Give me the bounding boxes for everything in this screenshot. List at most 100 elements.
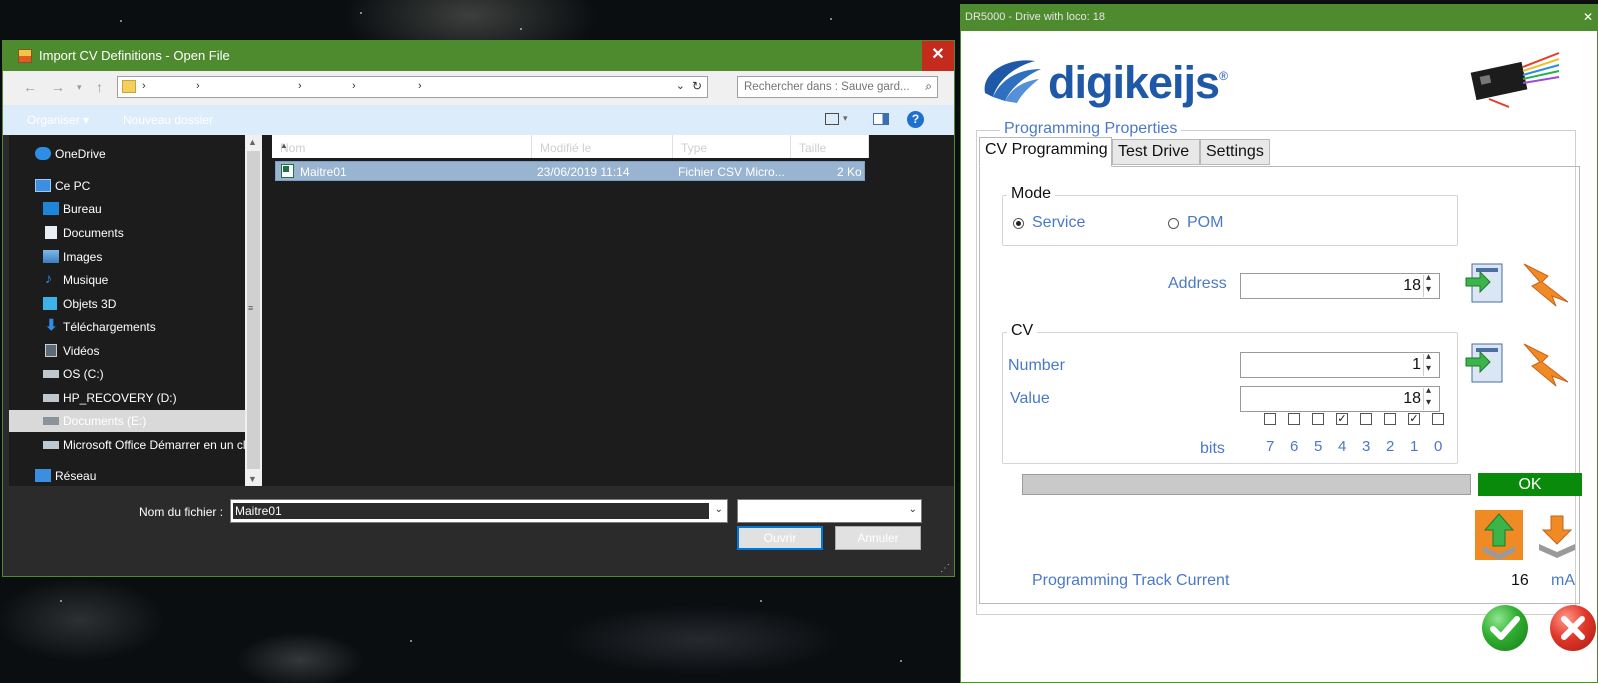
upload-button[interactable]: [1475, 510, 1523, 560]
brand-logo: digikeijs®: [1048, 57, 1228, 109]
download-icon: ⬇: [45, 317, 58, 334]
service-label[interactable]: Service: [1032, 214, 1085, 232]
filename-input[interactable]: [233, 503, 709, 519]
recent-chevron-icon[interactable]: ▾: [77, 82, 82, 93]
nav-item-hp-recovery[interactable]: HP_RECOVERY (D:): [9, 387, 245, 409]
chevron-down-icon[interactable]: ⌄: [909, 504, 917, 515]
dr5000-title-bar[interactable]: DR5000 - Drive with loco: 18 ✕: [961, 5, 1597, 31]
cancel-x-icon[interactable]: [1550, 605, 1596, 651]
read-cv-icon[interactable]: [1464, 342, 1504, 384]
bit-checkbox-7[interactable]: [1264, 413, 1276, 425]
cancel-button[interactable]: Annuler: [835, 526, 921, 550]
breadcrumb-separator-icon[interactable]: ›: [142, 80, 146, 92]
nav-item-office[interactable]: Microsoft Office Démarrer en un cl: [9, 434, 245, 456]
pom-label[interactable]: POM: [1187, 214, 1223, 232]
download-button[interactable]: [1535, 512, 1579, 558]
breadcrumb-separator-icon[interactable]: ›: [418, 80, 422, 92]
new-folder-button[interactable]: Nouveau dossier: [123, 113, 213, 127]
address-spinner[interactable]: 18: [1240, 272, 1440, 299]
dialog-title: Import CV Definitions - Open File: [39, 48, 230, 63]
drive-icon: [43, 417, 59, 425]
view-options-icon[interactable]: [825, 113, 839, 125]
nav-item-documents[interactable]: Documents: [9, 222, 245, 244]
nav-scrollbar[interactable]: ▲ ≡ ▼: [245, 135, 262, 486]
nav-item-images[interactable]: Images: [9, 246, 245, 268]
drive-icon: [43, 394, 59, 402]
back-icon[interactable]: ←: [23, 79, 37, 95]
nav-item-label: Ce PC: [55, 179, 91, 193]
cloud-icon: [35, 147, 51, 160]
refresh-icon[interactable]: ↻: [692, 79, 702, 93]
read-address-icon[interactable]: [1464, 262, 1504, 304]
scroll-up-icon[interactable]: ▲: [248, 137, 257, 147]
close-icon[interactable]: ✕: [1583, 10, 1593, 24]
bit-checkbox-4[interactable]: ✓: [1336, 413, 1348, 425]
forward-icon[interactable]: →: [51, 79, 65, 95]
tab-test-drive[interactable]: Test Drive: [1112, 139, 1200, 165]
nav-item-os-c[interactable]: OS (C:): [9, 363, 245, 385]
scroll-down-icon[interactable]: ▼: [248, 474, 257, 484]
open-button[interactable]: Ouvrir: [737, 526, 823, 550]
close-button[interactable]: ✕: [922, 41, 954, 71]
nav-item-objets-3d[interactable]: Objets 3D: [9, 293, 245, 315]
cv-number-spinner[interactable]: 1: [1240, 351, 1440, 378]
nav-item-videos[interactable]: Vidéos: [9, 340, 245, 362]
tab-cv-programming[interactable]: CV Programming: [979, 137, 1112, 167]
write-cv-icon[interactable]: [1522, 342, 1572, 388]
resize-grip-icon[interactable]: ⋰: [940, 563, 950, 574]
excel-file-icon: [281, 164, 294, 178]
breadcrumb-separator-icon[interactable]: ›: [196, 80, 200, 92]
nav-item-label: Documents (E:): [63, 414, 147, 428]
search-box[interactable]: ⌕: [737, 76, 938, 98]
spinner-arrows-icon[interactable]: [1423, 351, 1438, 376]
drive-icon: [43, 370, 59, 378]
file-list: Nom ▲ Modifié le Type Taille Maitre01 23…: [262, 135, 954, 486]
column-header-modified[interactable]: Modifié le: [532, 135, 673, 158]
file-row[interactable]: Maitre01 23/06/2019 11:14 Fichier CSV Mi…: [275, 161, 865, 181]
nav-item-bureau[interactable]: Bureau: [9, 198, 245, 220]
service-radio[interactable]: [1013, 218, 1024, 229]
search-input[interactable]: [744, 79, 914, 95]
help-icon[interactable]: ?: [907, 111, 924, 128]
column-header-size[interactable]: Taille: [791, 135, 869, 158]
spinner-arrows-icon[interactable]: [1423, 385, 1438, 410]
pom-radio[interactable]: [1168, 218, 1179, 229]
breadcrumb-separator-icon[interactable]: ›: [298, 80, 302, 92]
address-bar[interactable]: › › › › › ⌄ ↻: [117, 76, 708, 98]
bit-checkbox-0[interactable]: [1432, 413, 1444, 425]
up-icon[interactable]: ↑: [96, 79, 103, 95]
nav-item-documents-e[interactable]: Documents (E:): [9, 410, 245, 432]
track-current-label: Programming Track Current: [1032, 572, 1230, 589]
dialog-title-bar[interactable]: Import CV Definitions - Open File ✕: [3, 41, 954, 71]
filetype-select[interactable]: ⌄: [737, 499, 922, 523]
chevron-down-icon[interactable]: ⌄: [676, 79, 685, 92]
breadcrumb-separator-icon[interactable]: ›: [352, 80, 356, 92]
bit-checkbox-1[interactable]: ✓: [1408, 413, 1420, 425]
app-icon: [18, 49, 32, 63]
bit-number-4: 4: [1338, 438, 1347, 455]
column-header-type[interactable]: Type: [673, 135, 791, 158]
search-icon[interactable]: ⌕: [925, 79, 932, 94]
bit-checkbox-3[interactable]: [1360, 413, 1372, 425]
bit-checkbox-5[interactable]: [1312, 413, 1324, 425]
chevron-down-icon[interactable]: ▾: [843, 113, 848, 124]
nav-item-telechargements[interactable]: ⬇ Téléchargements: [9, 316, 245, 338]
tab-settings[interactable]: Settings: [1200, 139, 1270, 165]
nav-item-reseau[interactable]: Réseau: [9, 465, 245, 486]
command-bar: Organiser ▾ Nouveau dossier ▾ ?: [3, 105, 954, 135]
bit-checkbox-6[interactable]: [1288, 413, 1300, 425]
organize-button[interactable]: Organiser ▾: [27, 113, 89, 127]
nav-item-ce-pc[interactable]: Ce PC: [9, 175, 245, 197]
cv-value-spinner[interactable]: 18: [1240, 385, 1440, 412]
nav-item-label: Images: [63, 250, 103, 264]
bit-checkbox-2[interactable]: [1384, 413, 1396, 425]
spinner-arrows-icon[interactable]: [1423, 272, 1438, 297]
nav-item-onedrive[interactable]: OneDrive: [9, 143, 245, 165]
column-header-name[interactable]: Nom ▲: [272, 135, 532, 158]
chevron-down-icon[interactable]: ⌄: [715, 504, 723, 515]
write-address-icon[interactable]: [1522, 262, 1572, 308]
nav-item-musique[interactable]: ♪ Musique: [9, 269, 245, 291]
preview-pane-icon[interactable]: [873, 113, 889, 125]
filename-field[interactable]: ⌄: [230, 499, 728, 523]
confirm-check-icon[interactable]: [1482, 605, 1528, 651]
